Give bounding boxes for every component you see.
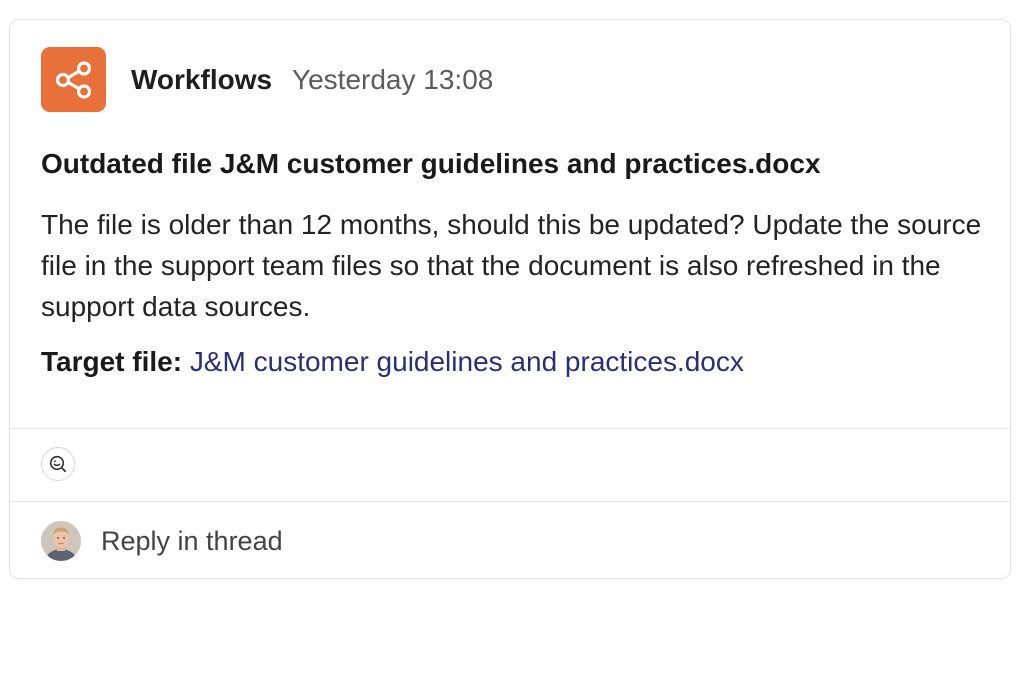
share-network-icon — [55, 60, 91, 99]
workflows-app-icon — [41, 47, 106, 112]
sender-name[interactable]: Workflows — [131, 64, 272, 96]
divider — [10, 501, 1010, 502]
add-reaction-icon — [49, 455, 67, 473]
message-timestamp: Yesterday 13:08 — [292, 64, 494, 95]
target-file-link[interactable]: J&M customer guidelines and practices.do… — [190, 346, 744, 377]
user-avatar[interactable] — [41, 521, 81, 561]
add-reaction-button[interactable] — [41, 447, 75, 481]
message-body: The file is older than 12 months, should… — [41, 209, 982, 322]
target-file-row: Target file: J&M customer guidelines and… — [41, 346, 744, 378]
message-title: Outdated file J&M customer guidelines an… — [41, 148, 821, 179]
reply-in-thread-button[interactable]: Reply in thread — [101, 526, 283, 557]
message-card: Workflows Yesterday 13:08 Outdated file … — [9, 19, 1011, 579]
target-file-label: Target file: — [41, 346, 183, 377]
divider — [10, 428, 1010, 429]
